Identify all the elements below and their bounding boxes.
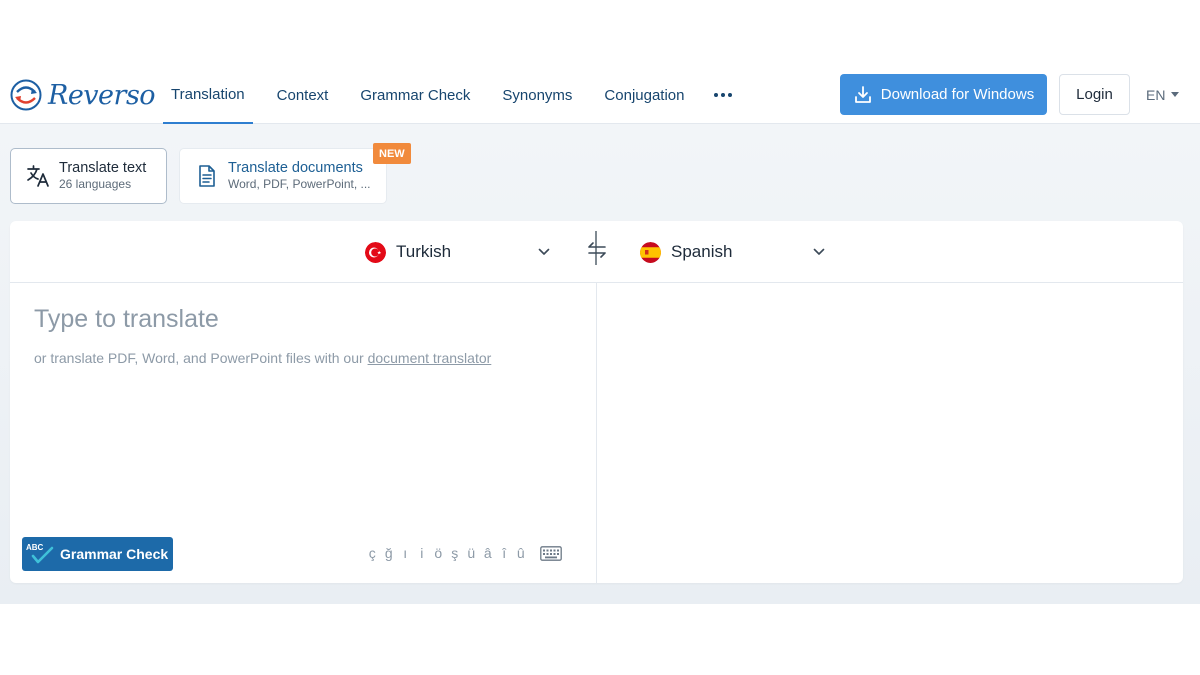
special-char-a-circumflex[interactable]: â [480, 545, 497, 561]
special-char-i-circumflex[interactable]: î [496, 545, 513, 561]
special-char-c-cedilla[interactable]: ç [364, 545, 381, 561]
document-helper-text: or translate PDF, Word, and PowerPoint f… [34, 350, 491, 366]
caret-down-icon [1171, 92, 1180, 97]
more-dots-icon[interactable] [708, 66, 738, 124]
target-language-label: Spanish [671, 242, 733, 261]
special-char-g-breve[interactable]: ğ [381, 545, 398, 561]
download-icon [854, 85, 871, 103]
download-label: Download for Windows [880, 86, 1035, 103]
keyboard-icon[interactable] [540, 546, 562, 561]
helper-text: or translate PDF, Word, and PowerPoint f… [34, 350, 364, 366]
chevron-down-icon [813, 248, 825, 255]
ui-language-label: EN [1146, 86, 1166, 103]
special-char-i[interactable]: i [414, 545, 431, 561]
special-char-u-circumflex[interactable]: û [513, 545, 530, 561]
special-char-dotless-i[interactable]: ı [397, 545, 414, 561]
reverso-logo[interactable]: Reverso [10, 78, 156, 112]
tab-translate-documents[interactable]: Translate documents Word, PDF, PowerPoin… [179, 148, 387, 204]
grammar-check-label: Grammar Check [60, 546, 169, 562]
language-bar: Turkish Spanish [10, 221, 1183, 283]
nav-grammar-check[interactable]: Grammar Check [352, 66, 478, 124]
translator-panel: Turkish Spanish Type to translate or tra… [10, 221, 1183, 583]
special-char-u-umlaut[interactable]: ü [463, 545, 480, 561]
grammar-check-icon: ABC [26, 543, 54, 564]
source-language-label: Turkish [396, 242, 452, 261]
tab-translate-text[interactable]: Translate text 26 languages [10, 148, 167, 204]
special-characters-bar: ç ğ ı i ö ş ü â î û [364, 545, 529, 561]
nav-translation[interactable]: Translation [163, 66, 253, 124]
tab-translate-text-title: Translate text [59, 160, 147, 176]
special-char-o-umlaut[interactable]: ö [430, 545, 447, 561]
special-char-s-cedilla[interactable]: ş [447, 545, 464, 561]
translate-icon [27, 165, 49, 187]
chevron-down-icon [538, 248, 550, 255]
tab-translate-text-subtitle: 26 languages [59, 177, 132, 191]
nav-conjugation[interactable]: Conjugation [596, 66, 692, 124]
nav-context[interactable]: Context [269, 66, 337, 124]
top-header: Reverso Translation Context Grammar Chec… [0, 66, 1200, 124]
spain-flag-icon [640, 241, 661, 263]
swap-languages-icon[interactable] [584, 231, 610, 265]
source-placeholder: Type to translate [34, 305, 219, 333]
document-translator-link[interactable]: document translator [368, 350, 492, 366]
source-language-select[interactable]: Turkish [365, 236, 550, 268]
main-nav: Translation Context Grammar Check Synony… [163, 66, 754, 124]
target-language-select[interactable]: Spanish [640, 236, 825, 268]
source-text-area[interactable]: Type to translate or translate PDF, Word… [10, 283, 596, 583]
target-text-area [597, 283, 1183, 583]
translator-section: Translate text 26 languages Translate do… [0, 124, 1200, 604]
turkey-flag-icon [365, 241, 386, 263]
login-button[interactable]: Login [1059, 74, 1130, 115]
nav-synonyms[interactable]: Synonyms [494, 66, 580, 124]
tab-translate-documents-subtitle: Word, PDF, PowerPoint, ... [228, 177, 371, 191]
download-windows-button[interactable]: Download for Windows [840, 74, 1047, 115]
tab-translate-documents-title: Translate documents [228, 160, 363, 176]
document-icon [199, 165, 215, 187]
grammar-check-button[interactable]: ABC Grammar Check [22, 537, 173, 571]
ui-language-selector[interactable]: EN [1146, 74, 1180, 115]
grammar-icon-text: ABC [26, 543, 44, 552]
reverso-logo-icon [10, 79, 42, 111]
new-badge: NEW [373, 143, 411, 164]
brand-name: Reverso [48, 79, 156, 111]
